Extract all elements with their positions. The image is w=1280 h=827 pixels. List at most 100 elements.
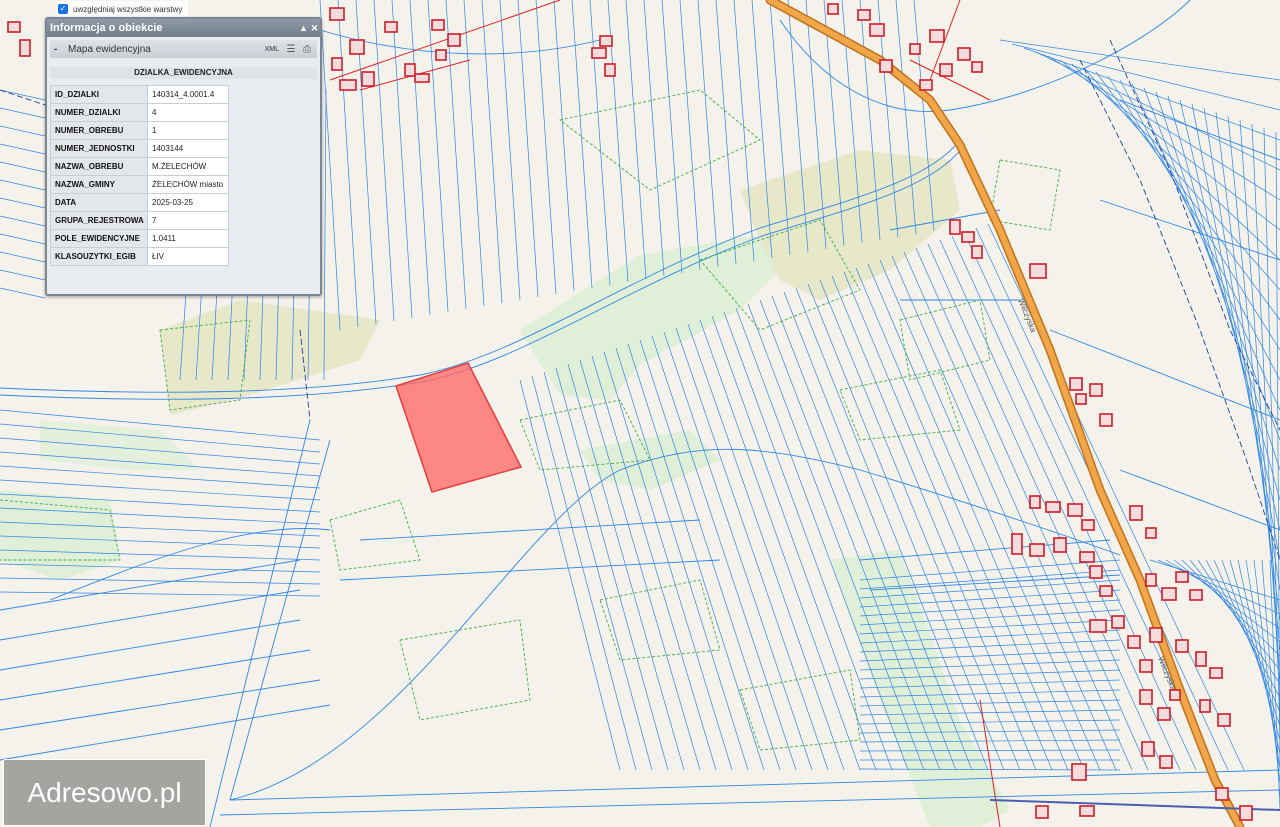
building <box>1079 805 1095 817</box>
building <box>1175 639 1189 653</box>
building <box>869 23 885 37</box>
building <box>361 71 375 87</box>
attribute-row: NAZWA_GMINY ŻELECHÓW miasto <box>50 175 229 194</box>
building <box>1189 589 1203 601</box>
attribute-value[interactable]: ŻELECHÓW miasto <box>147 175 229 194</box>
print-icon[interactable]: ⎙ <box>301 43 313 55</box>
all-layers-toggle[interactable]: ✓ uwzględniaj wszystkie warstwy <box>56 1 189 17</box>
building <box>1071 763 1087 781</box>
building <box>329 7 345 21</box>
building <box>1199 699 1211 713</box>
panel-header[interactable]: Informacja o obiekcie ▲ ✕ <box>47 19 320 37</box>
building <box>7 21 21 33</box>
building <box>1081 519 1095 531</box>
building <box>1111 615 1125 629</box>
attribute-key: POLE_EWIDENCYJNE <box>50 229 148 248</box>
attribute-row: NUMER_DZIALKI 4 <box>50 103 229 122</box>
attribute-key: NUMER_DZIALKI <box>50 103 148 122</box>
attribute-value[interactable]: 7 <box>147 211 229 230</box>
building <box>1139 659 1153 673</box>
building <box>1139 689 1153 705</box>
table-icon[interactable]: ☰ <box>285 43 297 55</box>
feature-class-title: DZIALKA_EWIDENCYJNA <box>50 67 317 79</box>
building <box>1053 537 1067 553</box>
building <box>1175 571 1189 583</box>
building <box>971 61 983 73</box>
building <box>1029 263 1047 279</box>
attribute-key: NUMER_JEDNOSTKI <box>50 139 148 158</box>
attribute-row: POLE_EWIDENCYJNE 1.0411 <box>50 229 229 248</box>
building <box>331 57 343 71</box>
attribute-value[interactable]: ŁIV <box>147 247 229 266</box>
attribute-value[interactable]: 140314_4.0001.4 <box>147 85 229 104</box>
attribute-value[interactable]: 4 <box>147 103 229 122</box>
building <box>1239 805 1253 821</box>
building <box>591 47 607 59</box>
building <box>1157 707 1171 721</box>
building <box>1089 619 1107 633</box>
building <box>404 63 416 77</box>
building <box>1075 393 1087 405</box>
building <box>435 49 447 61</box>
object-info-panel[interactable]: Informacja o obiekcie ▲ ✕ - Mapa ewidenc… <box>45 17 322 296</box>
checkbox-icon[interactable]: ✓ <box>58 4 68 14</box>
building <box>1067 503 1083 517</box>
building <box>1149 627 1163 643</box>
building <box>414 73 430 83</box>
collapse-section-button[interactable]: - <box>54 44 64 55</box>
building <box>827 3 839 15</box>
building <box>971 245 983 259</box>
building <box>1079 551 1095 563</box>
attribute-row: KLASOUZYTKI_EGIB ŁIV <box>50 247 229 266</box>
attribute-key: KLASOUZYTKI_EGIB <box>50 247 148 266</box>
attribute-value[interactable]: 1.0411 <box>147 229 229 248</box>
building <box>1195 651 1207 667</box>
building <box>949 219 961 235</box>
building <box>1145 527 1157 539</box>
building <box>929 29 945 43</box>
building <box>857 9 871 21</box>
building <box>1069 377 1083 391</box>
building <box>604 63 616 77</box>
building <box>1029 495 1041 509</box>
building <box>599 35 613 47</box>
attribute-row: GRUPA_REJESTROWA 7 <box>50 211 229 230</box>
building <box>1141 741 1155 757</box>
building <box>957 47 971 61</box>
building <box>1145 573 1157 587</box>
building <box>1127 635 1141 649</box>
layer-section-header[interactable]: - Mapa ewidencyjna XML ☰ ⎙ <box>50 40 317 58</box>
attribute-value[interactable]: M.ŻELECHÓW <box>147 157 229 176</box>
xml-export-button[interactable]: XML <box>265 46 279 53</box>
building <box>1217 713 1231 727</box>
attribute-key: NAZWA_GMINY <box>50 175 148 194</box>
layer-section-title: Mapa ewidencyjna <box>68 43 151 55</box>
all-layers-label: uwzględniaj wszystkie warstwy <box>73 4 183 14</box>
attribute-row: DATA 2025-03-25 <box>50 193 229 212</box>
building <box>339 79 357 91</box>
building <box>1089 383 1103 397</box>
building <box>939 63 953 77</box>
attribute-row: NUMER_JEDNOSTKI 1403144 <box>50 139 229 158</box>
attribute-row: NAZWA_OBREBU M.ŻELECHÓW <box>50 157 229 176</box>
building <box>879 59 893 73</box>
attribute-value[interactable]: 1403144 <box>147 139 229 158</box>
building <box>919 79 933 91</box>
building <box>1209 667 1223 679</box>
building <box>1129 505 1143 521</box>
attribute-value[interactable]: 1 <box>147 121 229 140</box>
building <box>349 39 365 55</box>
building <box>1161 587 1177 601</box>
building <box>1159 755 1173 769</box>
building <box>1099 413 1113 427</box>
building <box>909 43 921 55</box>
building <box>1029 543 1045 557</box>
collapse-icon[interactable]: ▲ <box>298 23 309 33</box>
building <box>1035 805 1049 819</box>
building <box>384 21 398 33</box>
attribute-value[interactable]: 2025-03-25 <box>147 193 229 212</box>
attribute-key: GRUPA_REJESTROWA <box>50 211 148 230</box>
close-icon[interactable]: ✕ <box>309 23 320 34</box>
attribute-row: NUMER_OBREBU 1 <box>50 121 229 140</box>
attribute-key: ID_DZIALKI <box>50 85 148 104</box>
